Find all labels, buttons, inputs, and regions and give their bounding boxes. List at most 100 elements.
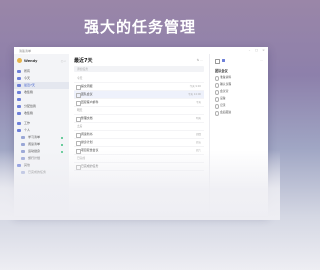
sidebar-list-label: 个人 bbox=[24, 128, 31, 132]
task-text: 整理文档 bbox=[81, 116, 93, 120]
subtask-text: 确认议程 bbox=[220, 82, 232, 86]
task-row[interactable]: 健身计划 周五 bbox=[74, 139, 204, 147]
list-icon bbox=[21, 143, 25, 146]
task-text: 之后 bbox=[77, 124, 83, 128]
list-icon bbox=[17, 129, 21, 132]
sidebar-item-label: 所有 bbox=[24, 69, 31, 73]
task-checkbox[interactable] bbox=[76, 141, 81, 146]
task-group-header[interactable]: 明天 bbox=[74, 107, 204, 115]
nav-icon bbox=[17, 70, 21, 73]
nav-icon bbox=[17, 112, 21, 115]
close-icon[interactable]: × bbox=[261, 48, 266, 52]
add-task-input[interactable]: 添加任务 bbox=[74, 66, 204, 72]
task-date: 今天 14:00 bbox=[188, 93, 201, 96]
task-text: 提交周报 bbox=[81, 84, 93, 88]
task-text: 今天 bbox=[77, 76, 83, 80]
task-text: 回复客户邮件 bbox=[81, 100, 99, 104]
more-icon[interactable]: ··· bbox=[260, 58, 263, 62]
maximize-icon[interactable]: □ bbox=[254, 48, 259, 52]
title-bar: 滴答清单 – □ × bbox=[14, 47, 268, 54]
task-date: 周五 bbox=[195, 141, 201, 144]
task-group-header[interactable]: 今天 bbox=[74, 75, 204, 83]
task-group-header[interactable]: 之后 bbox=[74, 123, 204, 131]
sidebar-list-label: 学习清单 bbox=[28, 135, 41, 139]
task-row[interactable]: 回复客户邮件 今天 bbox=[74, 99, 204, 107]
task-row[interactable]: 团队会议 今天 14:00 bbox=[74, 91, 204, 99]
sidebar-item-label: 最近7天 bbox=[24, 83, 35, 87]
sidebar-list-item[interactable]: 个人 bbox=[14, 127, 69, 134]
sidebar-item[interactable]: 收集箱 bbox=[14, 110, 69, 117]
list-icon bbox=[21, 136, 25, 139]
subtask-checkbox[interactable] bbox=[215, 111, 220, 116]
list-icon bbox=[17, 122, 21, 125]
nav-icon bbox=[17, 91, 21, 94]
nav-icon bbox=[17, 77, 21, 80]
sidebar-item[interactable] bbox=[14, 96, 69, 103]
checkbox-icon[interactable] bbox=[215, 59, 220, 64]
detail-toolbar: ··· bbox=[215, 58, 263, 64]
minimize-icon[interactable]: – bbox=[247, 48, 252, 52]
task-date: 明天 bbox=[195, 117, 201, 120]
task-text: 健身计划 bbox=[81, 140, 93, 144]
task-text: 明天 bbox=[77, 108, 83, 112]
nav-icon bbox=[17, 84, 21, 87]
sidebar-item-label: 今天 bbox=[24, 76, 31, 80]
subtask-checkbox[interactable] bbox=[215, 90, 220, 95]
promo-headline: 强大的任务管理 bbox=[83, 18, 196, 36]
subtask-text: 会议室 bbox=[220, 89, 229, 93]
sidebar-list-item[interactable]: 阅读清单 bbox=[14, 141, 69, 148]
sidebar-list-item[interactable]: 工作 bbox=[14, 120, 69, 127]
task-row[interactable]: 阅读新书 周四 bbox=[74, 131, 204, 139]
page-title: 最近7天 bbox=[74, 58, 93, 64]
task-row[interactable]: 整理文档 明天 bbox=[74, 115, 204, 123]
task-checkbox[interactable] bbox=[76, 133, 81, 138]
sidebar-item[interactable]: 所有 bbox=[14, 68, 69, 75]
sort-more-icon[interactable]: ⇅ ··· bbox=[197, 58, 203, 62]
subtask-checkbox[interactable] bbox=[215, 104, 220, 109]
subtask-item[interactable]: 准备资料 bbox=[215, 74, 265, 81]
subtask-text: 记录 bbox=[220, 103, 226, 107]
sidebar-list-item[interactable]: 学习清单 bbox=[14, 134, 69, 141]
subtask-text: 会后跟进 bbox=[220, 110, 232, 114]
subtask-checkbox[interactable] bbox=[215, 83, 220, 88]
task-date: 今天 bbox=[195, 101, 201, 104]
subtask-item[interactable]: 会议室 bbox=[215, 88, 265, 95]
task-checkbox[interactable] bbox=[76, 117, 81, 122]
avatar bbox=[17, 58, 22, 63]
sidebar-list-label: 工作 bbox=[24, 121, 31, 125]
user-profile[interactable]: Wendy bbox=[17, 57, 37, 64]
subtask-text: 准备资料 bbox=[220, 75, 232, 79]
window-title: 滴答清单 bbox=[19, 48, 32, 53]
sidebar-item[interactable]: 分配给我 bbox=[14, 103, 69, 110]
subtask-item[interactable]: 记录 bbox=[215, 102, 265, 109]
sidebar-item[interactable]: 收集箱 bbox=[14, 89, 69, 96]
date-icon[interactable] bbox=[222, 59, 225, 62]
task-checkbox[interactable] bbox=[76, 85, 81, 90]
list-dot-icon bbox=[61, 136, 63, 139]
subtask-checkbox[interactable] bbox=[215, 76, 220, 81]
sidebar-item[interactable]: 最近7天 bbox=[14, 82, 69, 89]
nav-icon bbox=[17, 105, 21, 108]
task-text: 团队会议 bbox=[81, 92, 93, 96]
add-task-placeholder: 添加任务 bbox=[77, 67, 89, 72]
subtask-item[interactable]: 确认议程 bbox=[215, 81, 265, 88]
subtask-list: 准备资料确认议程会议室设备记录会后跟进 bbox=[215, 74, 265, 116]
bottom-fade-overlay bbox=[0, 150, 280, 220]
sidebar-tools-icon[interactable]: ○ ⌕ bbox=[61, 59, 66, 63]
subtask-text: 设备 bbox=[220, 96, 226, 100]
subtask-item[interactable]: 设备 bbox=[215, 95, 265, 102]
subtask-item[interactable]: 会后跟进 bbox=[215, 109, 265, 116]
sidebar-item-label: 分配给我 bbox=[24, 104, 37, 108]
subtask-checkbox[interactable] bbox=[215, 97, 220, 102]
sidebar-item[interactable]: 今天 bbox=[14, 75, 69, 82]
task-checkbox[interactable] bbox=[76, 93, 81, 98]
task-checkbox[interactable] bbox=[76, 101, 81, 106]
list-dot-icon bbox=[61, 143, 63, 146]
task-date: 今天 9:00 bbox=[189, 85, 201, 88]
task-date: 周四 bbox=[195, 133, 201, 136]
sidebar-item-label: 收集箱 bbox=[24, 111, 34, 115]
task-row[interactable]: 提交周报 今天 9:00 bbox=[74, 83, 204, 91]
user-name: Wendy bbox=[24, 58, 38, 63]
detail-title[interactable]: 团队会议 bbox=[215, 68, 228, 73]
sidebar-list-label: 阅读清单 bbox=[28, 142, 41, 146]
